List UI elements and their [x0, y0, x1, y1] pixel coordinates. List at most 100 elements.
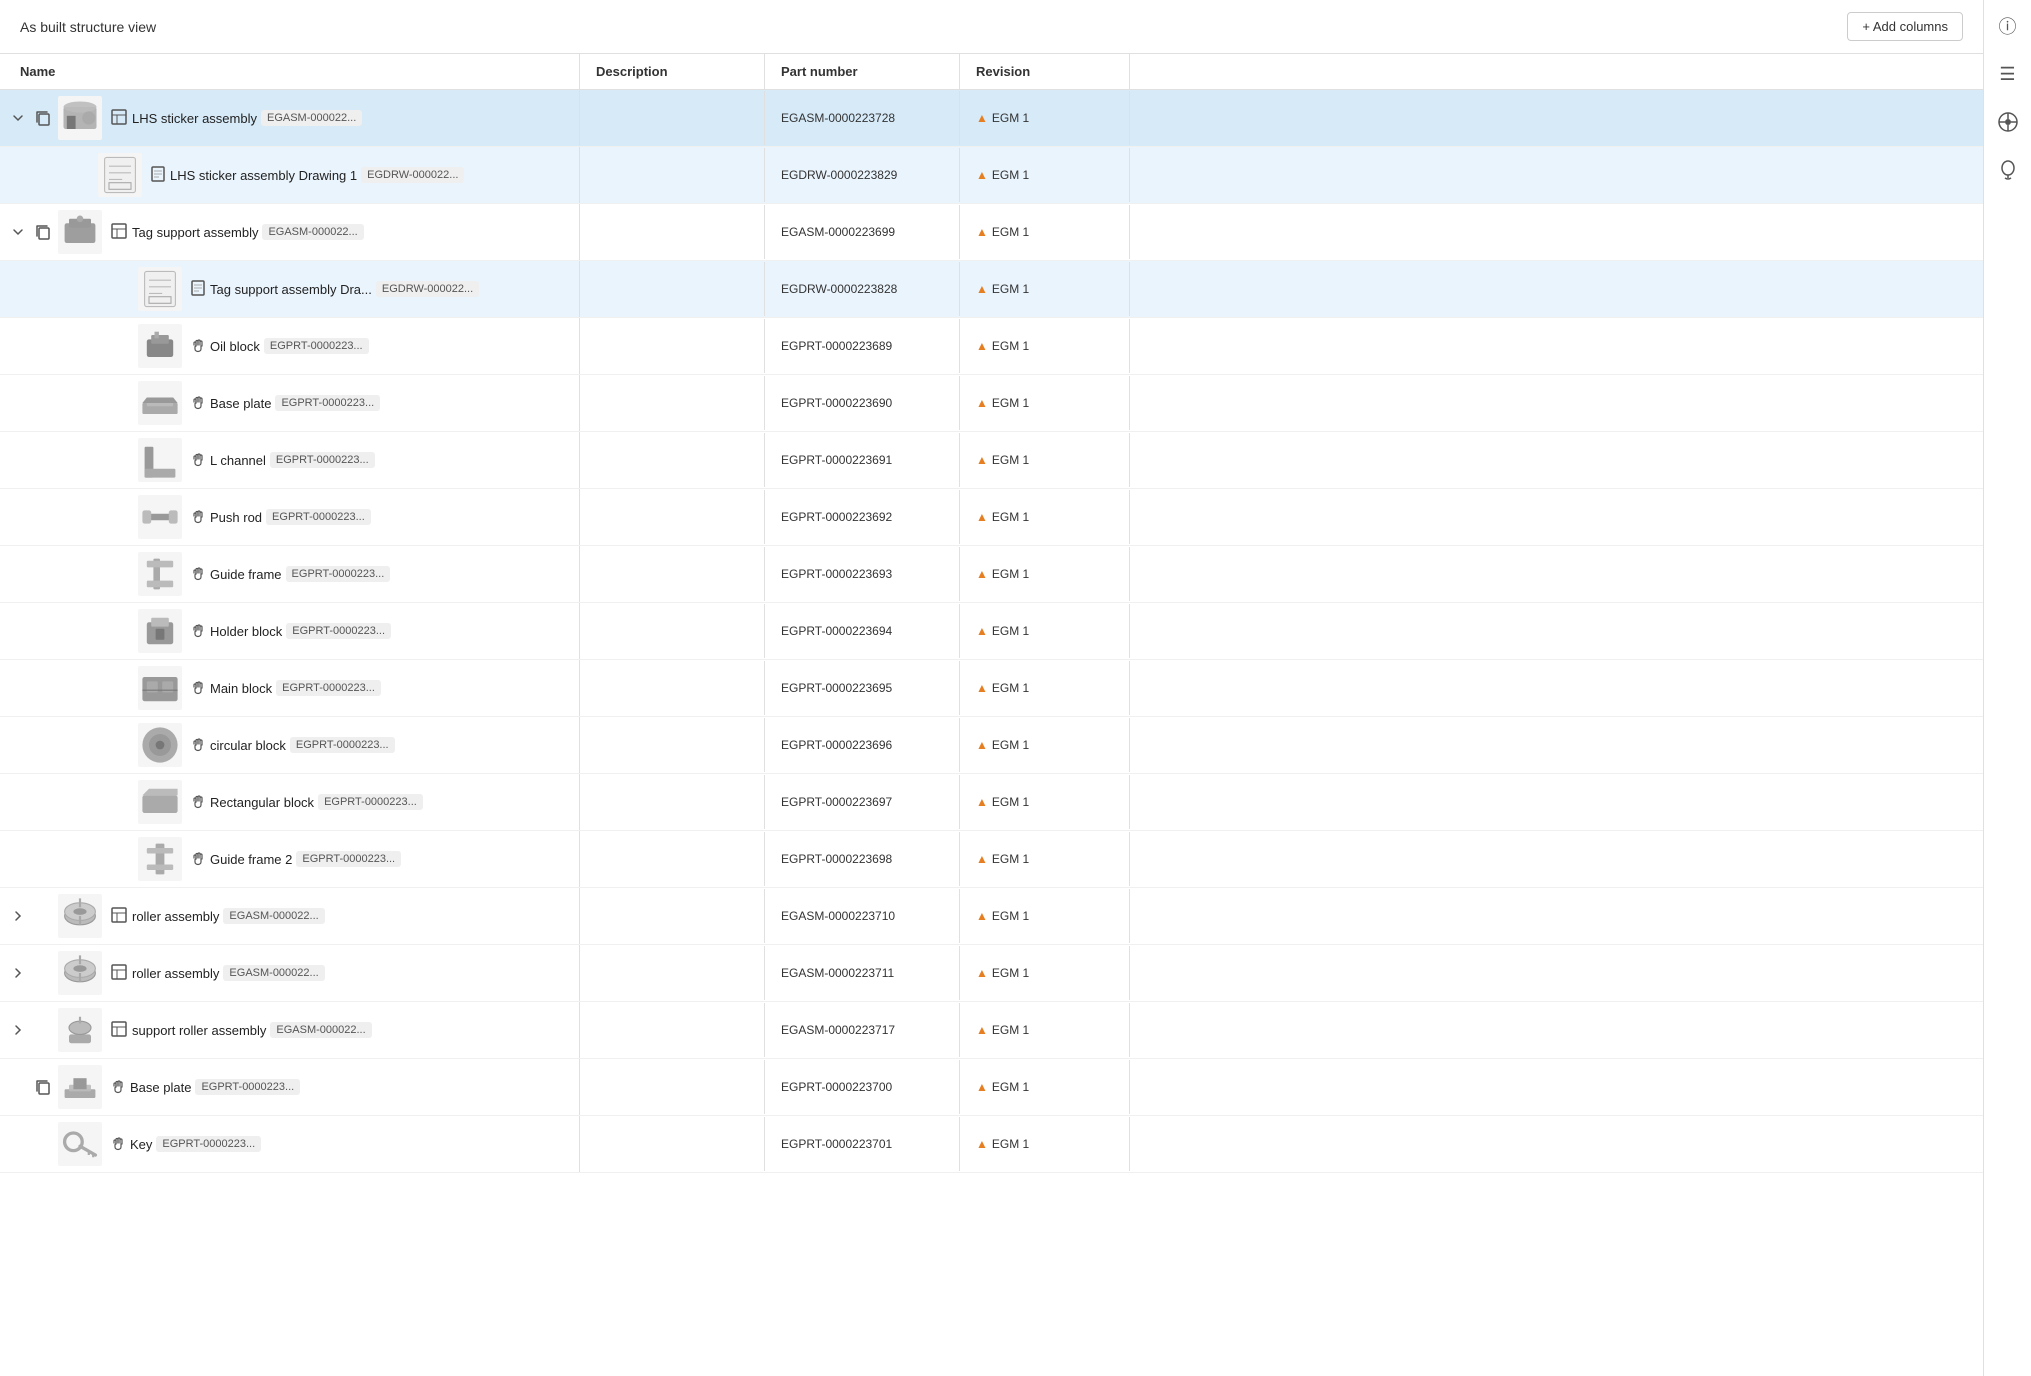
- cell-name: support roller assemblyEGASM-000022...: [0, 1002, 580, 1058]
- table-row[interactable]: Tag support assembly Dra... EGDRW-000022.…: [0, 261, 1983, 318]
- item-name: Tag support assembly Dra...: [210, 282, 372, 297]
- rows-container: LHS sticker assemblyEGASM-000022...EGASM…: [0, 90, 1983, 1173]
- cell-part-number: EGPRT-0000223692: [765, 490, 960, 544]
- copy-icon[interactable]: [32, 1076, 54, 1098]
- cell-name: Tag support assemblyEGASM-000022...: [0, 204, 580, 260]
- col-header-name: Name: [0, 54, 580, 89]
- table-row[interactable]: Rectangular blockEGPRT-0000223...EGPRT-0…: [0, 774, 1983, 831]
- cell-revision: ▲EGM 1: [960, 148, 1130, 202]
- cell-name: L channelEGPRT-0000223...: [0, 432, 580, 488]
- cell-revision: ▲EGM 1: [960, 547, 1130, 601]
- item-tag: EGPRT-0000223...: [156, 1136, 261, 1152]
- cell-revision: ▲EGM 1: [960, 262, 1130, 316]
- thumbnail: [138, 666, 182, 710]
- cell-part-number: EGPRT-0000223695: [765, 661, 960, 715]
- add-columns-button[interactable]: + Add columns: [1847, 12, 1963, 41]
- revision-triangle: ▲: [976, 453, 988, 467]
- cell-part-number: EGASM-0000223717: [765, 1003, 960, 1057]
- cell-part-number: EGPRT-0000223689: [765, 319, 960, 373]
- table-row[interactable]: LHS sticker assemblyEGASM-000022...EGASM…: [0, 90, 1983, 147]
- table-row[interactable]: Guide frame EGPRT-0000223... EGPRT-0000223…: [0, 546, 1983, 603]
- table-row[interactable]: Oil blockEGPRT-0000223... EGPRT-000022368…: [0, 318, 1983, 375]
- revision-triangle: ▲: [976, 795, 988, 809]
- chevron-right-icon[interactable]: [8, 963, 28, 983]
- chevron-right-icon[interactable]: [8, 906, 28, 926]
- cell-description: [580, 661, 765, 715]
- cell-part-number: EGPRT-0000223698: [765, 832, 960, 886]
- type-icon: [110, 108, 128, 129]
- table-row[interactable]: L channelEGPRT-0000223...EGPRT-000022369…: [0, 432, 1983, 489]
- cell-description: [580, 604, 765, 658]
- type-icon: [150, 166, 166, 185]
- cell-revision: ▲EGM 1: [960, 889, 1130, 943]
- col-header-part-number: Part number: [765, 54, 960, 89]
- item-tag: EGPRT-0000223...: [318, 794, 423, 810]
- cell-revision: ▲EGM 1: [960, 433, 1130, 487]
- cell-revision: ▲EGM 1: [960, 1117, 1130, 1171]
- cell-part-number: EGPRT-0000223696: [765, 718, 960, 772]
- table-header: Name Description Part number Revision: [0, 54, 1983, 90]
- type-icon: [190, 850, 206, 869]
- table-row[interactable]: support roller assemblyEGASM-000022... EG…: [0, 1002, 1983, 1059]
- item-name: Guide frame: [210, 567, 282, 582]
- item-tag: EGPRT-0000223...: [195, 1079, 300, 1095]
- cell-description: [580, 376, 765, 430]
- revision-value: EGM 1: [992, 168, 1029, 182]
- type-icon: [190, 280, 206, 299]
- thumbnail: [58, 894, 102, 938]
- revision-value: EGM 1: [992, 510, 1029, 524]
- cell-revision: ▲EGM 1: [960, 604, 1130, 658]
- type-icon: [110, 906, 128, 927]
- cell-name: Guide frame EGPRT-0000223...: [0, 546, 580, 602]
- item-tag: EGPRT-0000223...: [286, 566, 391, 582]
- right-sidebar: ⓘ ☰: [1983, 0, 2031, 1376]
- item-name: Base plate: [130, 1080, 191, 1095]
- table-row[interactable]: Base plateEGPRT-0000223...EGPRT-00002236…: [0, 375, 1983, 432]
- cell-description: [580, 832, 765, 886]
- thumbnail: [138, 723, 182, 767]
- table-row[interactable]: Tag support assemblyEGASM-000022...EGASM…: [0, 204, 1983, 261]
- thumbnail: [138, 837, 182, 881]
- table-row[interactable]: Push rodEGPRT-0000223...EGPRT-0000223692…: [0, 489, 1983, 546]
- table-row[interactable]: Holder blockEGPRT-0000223...EGPRT-000022…: [0, 603, 1983, 660]
- table-row[interactable]: Main blockEGPRT-0000223...EGPRT-00002236…: [0, 660, 1983, 717]
- cell-name: Tag support assembly Dra... EGDRW-000022.…: [0, 261, 580, 317]
- table-row[interactable]: roller assemblyEGASM-000022...EGASM-0000…: [0, 888, 1983, 945]
- copy-icon[interactable]: [32, 107, 54, 129]
- list-icon[interactable]: ☰: [1990, 56, 2026, 92]
- item-tag: EGPRT-0000223...: [275, 395, 380, 411]
- item-tag: EGDRW-000022...: [376, 281, 479, 297]
- cell-name: Oil blockEGPRT-0000223...: [0, 318, 580, 374]
- chevron-right-icon[interactable]: [8, 1020, 28, 1040]
- revision-value: EGM 1: [992, 1080, 1029, 1094]
- item-tag: EGPRT-0000223...: [270, 452, 375, 468]
- table-row[interactable]: Guide frame 2EGPRT-0000223... EGPRT-00002…: [0, 831, 1983, 888]
- info-icon[interactable]: ⓘ: [1990, 8, 2026, 44]
- alert-icon[interactable]: [1990, 152, 2026, 188]
- cell-description: [580, 319, 765, 373]
- item-name: Main block: [210, 681, 272, 696]
- chevron-down-icon[interactable]: [8, 222, 28, 242]
- copy-icon[interactable]: [32, 221, 54, 243]
- thumbnail: [138, 267, 182, 311]
- cell-name: Guide frame 2EGPRT-0000223...: [0, 831, 580, 887]
- revision-value: EGM 1: [992, 966, 1029, 980]
- cell-part-number: EGPRT-0000223693: [765, 547, 960, 601]
- table-row[interactable]: roller assemblyEGASM-000022...EGASM-0000…: [0, 945, 1983, 1002]
- thumbnail: [138, 609, 182, 653]
- cell-description: [580, 547, 765, 601]
- type-icon: [190, 793, 206, 812]
- cell-description: [580, 889, 765, 943]
- table-row[interactable]: LHS sticker assembly Drawing 1EGDRW-0000…: [0, 147, 1983, 204]
- table-row[interactable]: KeyEGPRT-0000223...EGPRT-0000223701▲EGM …: [0, 1116, 1983, 1173]
- cell-description: [580, 1060, 765, 1114]
- chevron-down-icon[interactable]: [8, 108, 28, 128]
- revision-triangle: ▲: [976, 1137, 988, 1151]
- table-row[interactable]: circular blockEGPRT-0000223...EGPRT-0000…: [0, 717, 1983, 774]
- revision-value: EGM 1: [992, 624, 1029, 638]
- revision-value: EGM 1: [992, 852, 1029, 866]
- cell-part-number: EGASM-0000223710: [765, 889, 960, 943]
- table-row[interactable]: Base plateEGPRT-0000223...EGPRT-00002237…: [0, 1059, 1983, 1116]
- connection-icon[interactable]: [1990, 104, 2026, 140]
- revision-value: EGM 1: [992, 225, 1029, 239]
